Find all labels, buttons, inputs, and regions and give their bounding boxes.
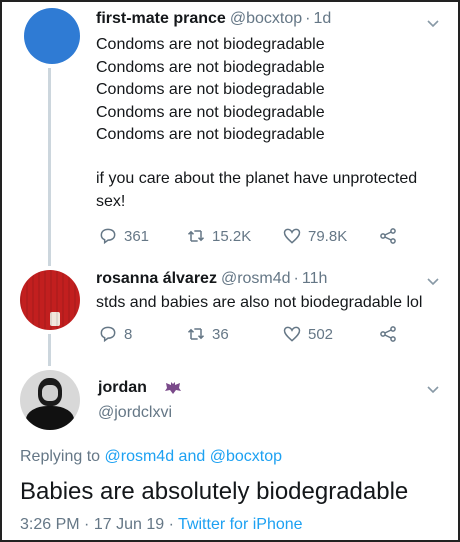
replying-to: Replying to @rosm4d and @bocxtop (20, 448, 282, 466)
tweet1-actions: 361 15.2K 79.8K (98, 226, 404, 246)
tweet1-separator: · (305, 10, 311, 27)
retweet-button[interactable]: 15.2K (186, 226, 282, 246)
reply-user-link[interactable]: @bocxtop (210, 448, 282, 465)
tweet1-line: Condoms are not biodegradable (96, 81, 325, 98)
main-tweet-text: Babies are absolutely biodegradable (20, 478, 409, 505)
tweet2-actions: 8 36 502 (98, 324, 404, 344)
reply-button[interactable]: 8 (98, 324, 186, 344)
avatar-jordan[interactable] (20, 370, 80, 430)
tweet2-like-count: 502 (308, 325, 334, 343)
tweet1-line: Condoms are not biodegradable (96, 126, 325, 143)
tweet1-display-name[interactable]: first-mate prance (96, 10, 226, 27)
reply-icon (100, 228, 116, 245)
chevron-down-icon[interactable] (426, 382, 440, 396)
tweet1-line: Condoms are not biodegradable (96, 103, 325, 121)
tweet1-closing: if you care about the planet have unprot… (96, 168, 446, 213)
retweet-icon (187, 230, 205, 242)
chevron-down-icon[interactable] (426, 274, 440, 288)
like-button[interactable]: 502 (282, 324, 378, 344)
share-button[interactable] (378, 324, 404, 344)
tweet1-handle[interactable]: @bocxtop (230, 10, 302, 27)
main-tweet-date[interactable]: 17 Jun 19 (94, 516, 164, 533)
tweet2-header: rosanna álvarez @rosm4d · 11h (96, 270, 327, 288)
tweet1-reply-count: 361 (124, 227, 150, 245)
tweet2-handle[interactable]: @rosm4d (221, 270, 291, 287)
reply-icon (100, 326, 116, 343)
tweet1-line: Condoms are not biodegradable (96, 36, 325, 53)
tweet1-retweet-count: 15.2K (212, 227, 252, 245)
share-icon (380, 228, 396, 244)
thread-line (48, 68, 51, 266)
like-button[interactable]: 79.8K (282, 226, 378, 246)
tweet2-display-name[interactable]: rosanna álvarez (96, 270, 217, 287)
tweet1-header: first-mate prance @bocxtop · 1d (96, 10, 331, 28)
tweet1-line: Condoms are not biodegradable (96, 58, 325, 76)
main-tweet-source[interactable]: Twitter for iPhone (178, 516, 303, 533)
tweet-thread-frame: first-mate prance @bocxtop · 1d Condoms are… (0, 0, 460, 542)
reply-and: and (178, 448, 206, 465)
heart-icon (283, 228, 301, 244)
tweet2-retweet-count: 36 (212, 325, 229, 343)
tweet1-closing-line-2: sex! (96, 192, 126, 210)
reply-button[interactable]: 361 (98, 226, 186, 246)
bat-emoji-icon (165, 382, 181, 394)
tweet1-closing-line-1: if you care about the planet have unprot… (96, 170, 418, 187)
main-tweet-meta: 3:26 PM · 17 Jun 19 · Twitter for iPhone (20, 516, 303, 534)
tweet1-time[interactable]: 1d (313, 10, 331, 27)
tweet2-separator: · (293, 270, 299, 287)
avatar-first-mate-prance[interactable] (24, 8, 80, 64)
chevron-down-icon[interactable] (426, 16, 440, 30)
tweet1-body: Condoms are not biodegradable Condoms ar… (96, 34, 446, 147)
reply-user-link[interactable]: @rosm4d (105, 448, 175, 465)
tweet2-time[interactable]: 11h (302, 270, 328, 287)
meta-separator: · (168, 516, 174, 533)
main-display-name[interactable]: jordan (98, 379, 147, 397)
share-button[interactable] (378, 226, 404, 246)
meta-separator: · (84, 516, 90, 533)
tweet2-reply-count: 8 (124, 325, 133, 343)
main-tweet-time[interactable]: 3:26 PM (20, 516, 80, 533)
tweet1-like-count: 79.8K (308, 227, 348, 245)
main-handle[interactable]: @jordclxvi (98, 404, 172, 422)
retweet-button[interactable]: 36 (186, 324, 282, 344)
tweet2-body: stds and babies are also not biodegradab… (96, 294, 423, 311)
heart-icon (283, 326, 301, 342)
retweet-icon (187, 328, 205, 340)
replying-prefix: Replying to (20, 448, 101, 465)
thread-line (48, 334, 51, 366)
share-icon (380, 326, 396, 342)
avatar-rosanna-alvarez[interactable] (20, 270, 80, 330)
